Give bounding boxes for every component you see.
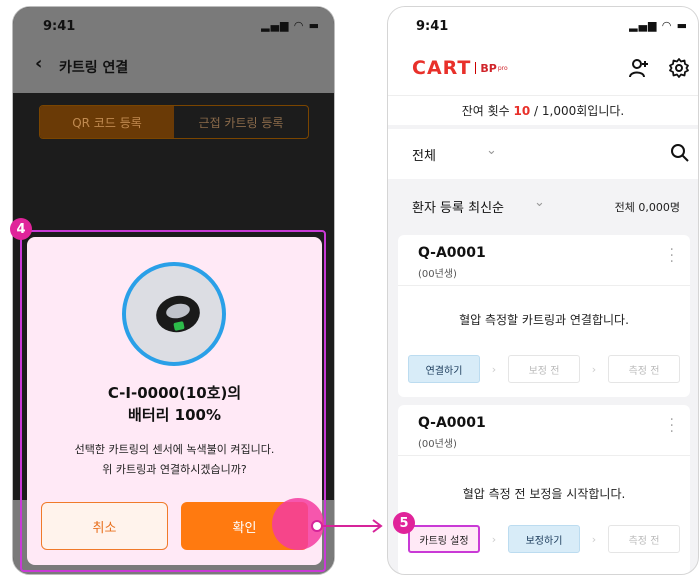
flow-arrow-icon — [311, 519, 383, 533]
more-options-icon[interactable]: · · · — [670, 413, 674, 439]
logo-separator — [475, 62, 477, 74]
gear-icon[interactable] — [668, 57, 690, 79]
tab-nearby-register[interactable]: 근접 카트링 등록 — [174, 106, 308, 138]
total-patient-count: 전체 0,000명 — [614, 201, 680, 214]
logo-pro-text: pro — [497, 64, 508, 72]
chevron-right-icon: › — [591, 362, 597, 376]
add-user-icon[interactable] — [628, 57, 650, 79]
divider — [398, 455, 690, 456]
sort-select[interactable]: 환자 등록 최신순 — [412, 197, 504, 216]
connect-button[interactable]: 연결하기 — [408, 355, 480, 383]
chevron-down-icon[interactable]: ⌄ — [486, 143, 497, 158]
remain-suffix: / 1,000회입니다. — [530, 104, 625, 118]
dialog-description: 선택한 카트링의 센서에 녹색불이 켜집니다. 위 카트링과 연결하시겠습니까? — [27, 440, 322, 480]
card-message: 혈압 측정 전 보정을 시작합니다. — [462, 487, 626, 501]
step-before-measure: 측정 전 — [608, 525, 680, 553]
dialog-desc-line2: 위 카트링과 연결하시겠습니까? — [102, 463, 247, 476]
divider — [398, 285, 690, 286]
cartring-settings-button[interactable]: 카트링 설정 — [408, 525, 480, 553]
logo-bp-text: BP — [480, 61, 497, 75]
ring-image-frame — [122, 262, 226, 366]
status-time: 9:41 — [416, 19, 449, 34]
search-icon[interactable] — [670, 143, 690, 163]
filter-select[interactable]: 전체 — [412, 145, 436, 164]
dialog-title-line1: C-I-0000(10호)의 — [107, 384, 242, 402]
chevron-right-icon: › — [491, 362, 497, 376]
step-before-measure: 측정 전 — [608, 355, 680, 383]
dialog-title-line2: 배터리 100% — [128, 406, 221, 424]
remain-prefix: 잔여 횟수 — [461, 104, 514, 118]
chevron-right-icon: › — [591, 532, 597, 546]
chevron-right-icon: › — [491, 532, 497, 546]
more-options-icon[interactable]: · · · — [670, 243, 674, 269]
filter-bar: 전체 ⌄ — [388, 129, 698, 179]
patient-id: Q-A0001 — [418, 415, 486, 431]
step-row: 카트링 설정 › 보정하기 › 측정 전 — [408, 525, 680, 553]
dialog-title: C-I-0000(10호)의 배터리 100% — [27, 382, 322, 426]
remain-value: 10 — [513, 104, 531, 118]
right-header: 9:41 ▂▄▆ ◠ ▬ CART BP pro — [388, 7, 698, 95]
card-message: 혈압 측정할 카트링과 연결합니다. — [459, 313, 629, 327]
patient-birth: (00년생) — [418, 269, 457, 280]
patient-id: Q-A0001 — [418, 245, 486, 261]
canvas: 9:41 ▂▄▆ ◠ ▬ ‹ 카트링 연결 QR 코드 등록 근접 카트링 등록… — [0, 0, 699, 577]
status-time: 9:41 — [43, 19, 76, 34]
logo-cart-text: CART — [412, 57, 472, 79]
sort-bar: 환자 등록 최신순 ⌄ 전체 0,000명 — [388, 183, 698, 227]
dialog-desc-line1: 선택한 카트링의 센서에 녹색불이 켜집니다. — [74, 443, 275, 456]
register-tabs: QR 코드 등록 근접 카트링 등록 — [39, 105, 309, 139]
step-badge-4: 4 — [10, 218, 32, 240]
cancel-button[interactable]: 취소 — [41, 502, 168, 550]
patient-card[interactable]: Q-A0001 (00년생) · · · 혈압 측정 전 보정을 시작합니다. 카트… — [398, 405, 690, 574]
step-row: 연결하기 › 보정 전 › 측정 전 — [408, 355, 680, 383]
page-title: 카트링 연결 — [59, 60, 129, 76]
patient-birth: (00년생) — [418, 439, 457, 450]
calibrate-button[interactable]: 보정하기 — [508, 525, 580, 553]
status-icons: ▂▄▆ ◠ ▬ — [629, 19, 688, 32]
left-header: 9:41 ▂▄▆ ◠ ▬ ‹ 카트링 연결 — [13, 7, 334, 93]
status-icons: ▂▄▆ ◠ ▬ — [261, 19, 320, 32]
right-phone: 9:41 ▂▄▆ ◠ ▬ CART BP pro 잔여 횟수 10 / 1,00… — [387, 6, 699, 575]
step-before-calibration: 보정 전 — [508, 355, 580, 383]
remaining-count-banner: 잔여 횟수 10 / 1,000회입니다. — [388, 95, 698, 125]
brand-logo: CART BP pro — [412, 57, 508, 79]
chevron-down-icon[interactable]: ⌄ — [534, 195, 545, 210]
back-icon[interactable]: ‹ — [35, 53, 42, 74]
patient-card[interactable]: Q-A0001 (00년생) · · · 혈압 측정할 카트링과 연결합니다. 연결… — [398, 235, 690, 397]
step-badge-5: 5 — [393, 512, 415, 534]
tab-qr-register[interactable]: QR 코드 등록 — [40, 106, 174, 138]
